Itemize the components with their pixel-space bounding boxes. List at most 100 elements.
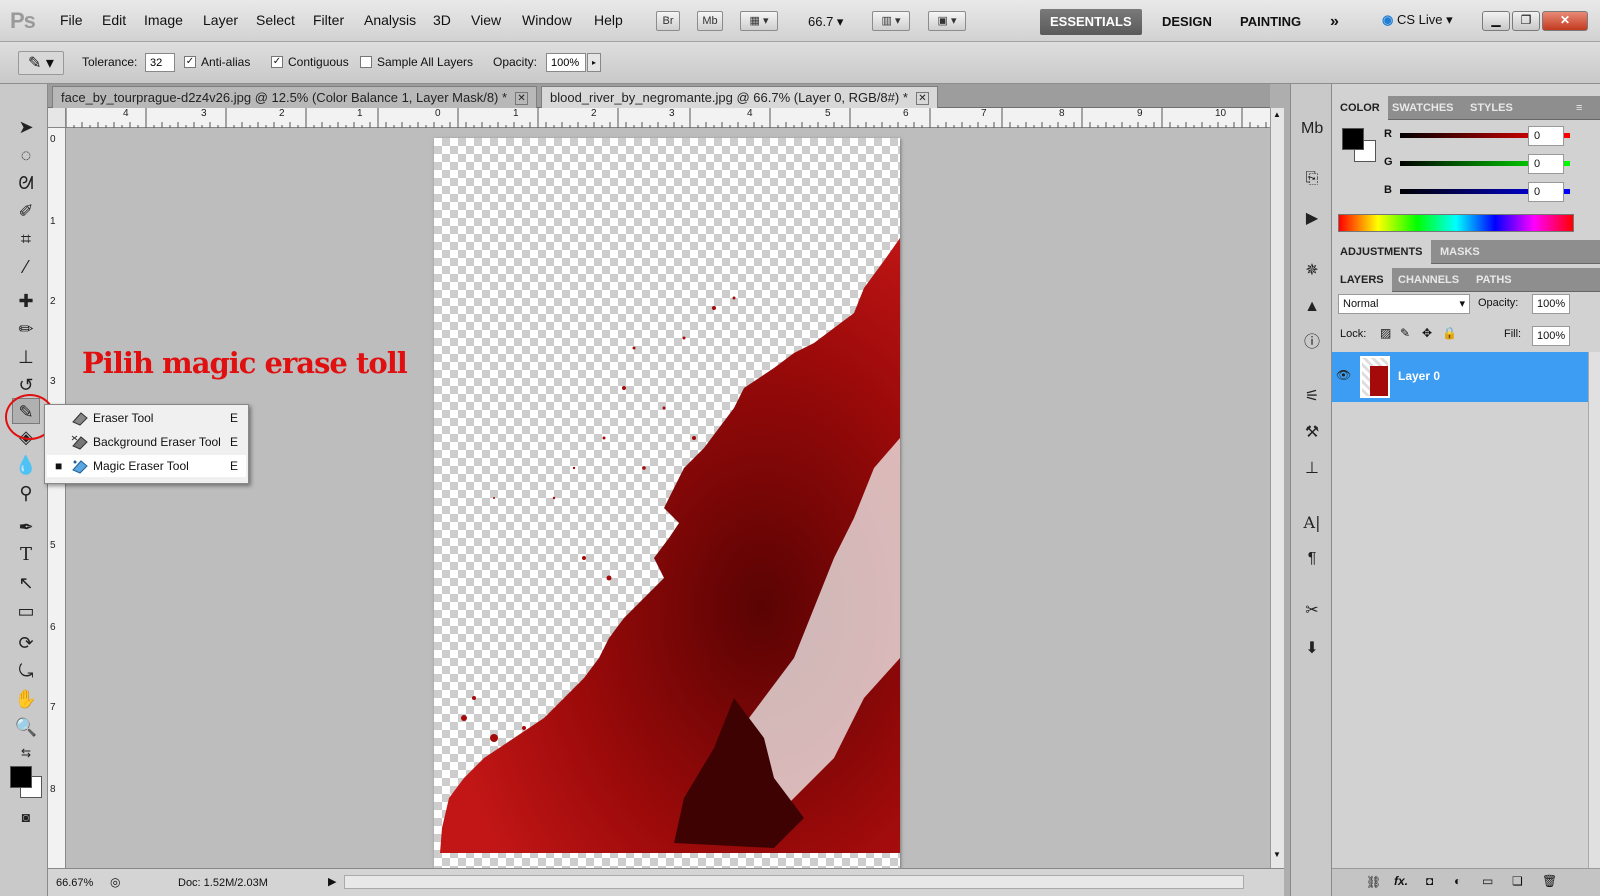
bridge-button[interactable]: Br — [656, 11, 680, 31]
tab-adjustments[interactable]: ADJUSTMENTS — [1332, 240, 1431, 264]
history-icon[interactable]: ⎘ — [1301, 168, 1323, 190]
lock-all-icon[interactable]: 🔒 — [1442, 326, 1457, 340]
blur-tool-icon[interactable]: 💧 — [12, 452, 40, 478]
channel-b-value[interactable]: 0 — [1528, 182, 1564, 202]
menu-filter[interactable]: Filter — [313, 12, 344, 28]
pen-tool-icon[interactable]: ✒ — [12, 514, 40, 540]
vertical-scrollbar[interactable]: ▲ ▼ — [1270, 108, 1284, 868]
channel-g-value[interactable]: 0 — [1528, 154, 1564, 174]
visibility-eye-icon[interactable]: 👁 — [1336, 368, 1351, 382]
tab-masks[interactable]: MASKS — [1432, 240, 1488, 264]
tool-presets-icon[interactable]: ✂ — [1301, 600, 1323, 622]
type-tool-icon[interactable]: T — [12, 542, 40, 568]
crop-tool-icon[interactable]: ⌗ — [12, 226, 40, 252]
view-extras-button[interactable]: ▦ ▾ — [740, 11, 778, 31]
navigator-icon[interactable]: ✵ — [1301, 260, 1323, 282]
new-group-icon[interactable]: ▭ — [1482, 874, 1493, 888]
foreground-color-swatch[interactable] — [10, 766, 32, 788]
status-menu-arrow-icon[interactable]: ▶ — [328, 875, 336, 888]
scroll-down-icon[interactable]: ▼ — [1273, 850, 1281, 859]
adjustment-layer-icon[interactable]: ◐ — [1454, 874, 1461, 888]
eyedropper-tool-icon[interactable]: ⁄ — [12, 254, 40, 280]
menu-3d[interactable]: 3D — [433, 12, 451, 28]
tolerance-input[interactable] — [145, 53, 175, 72]
more-workspaces-button[interactable]: » — [1320, 9, 1349, 35]
new-layer-icon[interactable]: ❏ — [1512, 874, 1523, 888]
layer-row-layer-0[interactable]: 👁 Layer 0 — [1332, 352, 1588, 402]
brush-presets-icon[interactable]: ⚟ — [1301, 386, 1323, 408]
layer-style-icon[interactable]: fx. — [1394, 874, 1408, 888]
menu-edit[interactable]: Edit — [102, 12, 126, 28]
menu-view[interactable]: View — [471, 12, 501, 28]
marquee-tool-icon[interactable]: ◌ — [12, 142, 40, 168]
tab-blood-river[interactable]: blood_river_by_negromante.jpg @ 66.7% (L… — [541, 86, 938, 108]
brush-icon[interactable]: ⚒ — [1301, 422, 1323, 444]
tab-channels[interactable]: CHANNELS — [1390, 268, 1467, 292]
3d-orbit-tool-icon[interactable]: ⤿ — [12, 658, 40, 684]
tab-color[interactable]: COLOR — [1332, 96, 1388, 120]
ruler-origin[interactable] — [48, 108, 66, 128]
healing-brush-tool-icon[interactable]: ✚ — [12, 288, 40, 314]
panel-menu-icon[interactable]: ≡ — [1568, 96, 1590, 120]
histogram-icon[interactable]: ▲ — [1301, 296, 1323, 318]
color-spectrum-ramp[interactable] — [1338, 214, 1574, 232]
info-icon[interactable]: ⓘ — [1301, 332, 1323, 354]
restore-button[interactable]: ❐ — [1512, 11, 1540, 31]
scroll-up-icon[interactable]: ▲ — [1273, 110, 1281, 119]
menu-window[interactable]: Window — [522, 12, 572, 28]
delete-layer-icon[interactable]: 🗑 — [1542, 874, 1557, 888]
dodge-tool-icon[interactable]: ⚲ — [12, 480, 40, 506]
tab-swatches[interactable]: SWATCHES — [1384, 96, 1462, 120]
brush-tool-icon[interactable]: ✏ — [12, 316, 40, 342]
zoom-level[interactable]: 66.7 ▾ — [808, 14, 843, 30]
lasso-tool-icon[interactable]: ᘛ — [12, 170, 40, 196]
cs-live-button[interactable]: ◉ CS Live ▾ — [1382, 12, 1453, 28]
link-layers-icon[interactable]: ⛓ — [1366, 875, 1381, 889]
workspace-essentials[interactable]: ESSENTIALS — [1040, 9, 1142, 35]
status-zoom[interactable]: 66.67% — [56, 877, 93, 889]
add-mask-icon[interactable]: ◘ — [1426, 874, 1433, 888]
opacity-input[interactable] — [546, 53, 586, 72]
mini-bridge-icon[interactable]: Mb — [1301, 118, 1323, 140]
3d-panel-icon[interactable]: ⬇ — [1301, 638, 1323, 660]
layer-name[interactable]: Layer 0 — [1398, 369, 1440, 383]
path-selection-tool-icon[interactable]: ↖ — [12, 570, 40, 596]
3d-rotate-tool-icon[interactable]: ⟳ — [12, 630, 40, 656]
swap-colors-icon[interactable]: ⇆ — [12, 740, 40, 766]
status-info-icon[interactable]: ◎ — [110, 875, 120, 889]
clone-source-icon[interactable]: ⊥ — [1301, 458, 1323, 480]
clone-stamp-tool-icon[interactable]: ⊥ — [12, 344, 40, 370]
mini-bridge-button[interactable]: Mb — [697, 11, 723, 31]
quick-mask-icon[interactable]: ◙ — [12, 804, 40, 830]
close-tab-icon[interactable]: ✕ — [915, 92, 929, 106]
menu-layer[interactable]: Layer — [203, 12, 238, 28]
arrange-documents-button[interactable]: ▥ ▾ — [872, 11, 910, 31]
lock-transparent-icon[interactable]: ▨ — [1380, 326, 1391, 340]
opacity-slider-button[interactable]: ▸ — [587, 53, 601, 72]
close-button[interactable]: ✕ — [1542, 11, 1588, 31]
fill-input[interactable]: 100% — [1532, 326, 1570, 346]
lock-position-icon[interactable]: ✥ — [1422, 326, 1432, 340]
move-tool-icon[interactable]: ➤ — [12, 114, 40, 140]
character-icon[interactable]: A| — [1301, 512, 1323, 534]
menu-help[interactable]: Help — [594, 12, 623, 28]
tab-layers[interactable]: LAYERS — [1332, 268, 1392, 292]
flyout-background-eraser-tool[interactable]: Background Eraser Tool E — [47, 431, 246, 453]
tab-face-by-tourprague[interactable]: face_by_tourprague-d2z4v26.jpg @ 12.5% (… — [52, 86, 538, 108]
flyout-magic-eraser-tool[interactable]: ■ Magic Eraser Tool E — [47, 455, 246, 477]
screen-mode-button[interactable]: ▣ ▾ — [928, 11, 966, 31]
workspace-painting[interactable]: PAINTING — [1230, 9, 1311, 35]
hand-tool-icon[interactable]: ✋ — [12, 686, 40, 712]
layers-scrollbar[interactable] — [1588, 352, 1600, 872]
tab-styles[interactable]: STYLES — [1462, 96, 1521, 120]
blend-mode-select[interactable]: Normal ▾ — [1338, 294, 1470, 314]
lock-pixels-icon[interactable]: ✎ — [1400, 326, 1410, 340]
menu-image[interactable]: Image — [144, 12, 183, 28]
menu-file[interactable]: File — [60, 12, 83, 28]
close-tab-icon[interactable]: ✕ — [515, 92, 529, 106]
actions-icon[interactable]: ▶ — [1301, 208, 1323, 230]
paragraph-icon[interactable]: ¶ — [1301, 548, 1323, 570]
layer-opacity-input[interactable]: 100% — [1532, 294, 1570, 314]
anti-alias-checkbox[interactable]: ✓ — [184, 56, 196, 68]
flyout-eraser-tool[interactable]: Eraser Tool E — [47, 407, 246, 429]
